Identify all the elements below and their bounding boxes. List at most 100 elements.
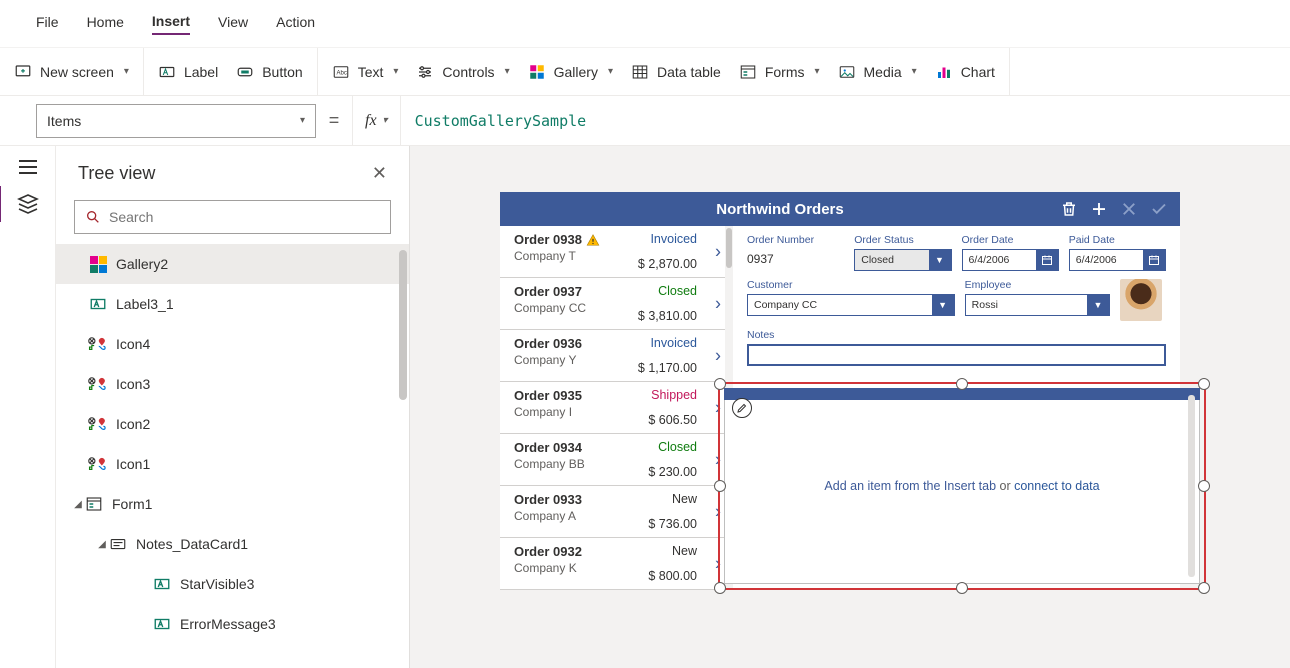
controls-dropdown[interactable]: Controls ▾ xyxy=(416,63,509,81)
resize-handle[interactable] xyxy=(1198,378,1210,390)
tree-node-icon3[interactable]: Icon3 xyxy=(56,364,409,404)
order-list[interactable]: Order 0938 Company TInvoiced$ 2,870.00›O… xyxy=(500,226,725,590)
gallery-selection[interactable]: Add an item from the Insert tab or conne… xyxy=(718,382,1206,590)
notes-input[interactable] xyxy=(747,344,1166,366)
resize-handle[interactable] xyxy=(1198,480,1210,492)
resize-handle[interactable] xyxy=(714,378,726,390)
gallery-scrollbar[interactable] xyxy=(1188,395,1195,577)
menu-view[interactable]: View xyxy=(218,14,248,34)
lbl-employee: Employee xyxy=(965,279,1110,291)
tree-search[interactable] xyxy=(74,200,391,234)
order-row[interactable]: Order 0937Company CCClosed$ 3,810.00› xyxy=(500,278,725,330)
paiddate-picker[interactable]: 6/4/2006 xyxy=(1069,249,1166,271)
charts-dropdown[interactable]: Chart xyxy=(935,63,995,81)
collapse-icon[interactable]: ◢ xyxy=(72,499,84,510)
resize-handle[interactable] xyxy=(714,582,726,594)
order-status: Shipped xyxy=(651,388,697,402)
screen-icon xyxy=(14,63,32,81)
edit-pencil-icon[interactable] xyxy=(732,398,752,418)
chevron-down-icon: ▼ xyxy=(929,250,951,270)
plus-icon[interactable] xyxy=(1090,200,1108,218)
menu-action[interactable]: Action xyxy=(276,14,315,34)
menu-insert[interactable]: Insert xyxy=(152,13,190,35)
order-status: New xyxy=(672,492,697,506)
formula-bar: Items ▾ = fx ▾ CustomGallerySample xyxy=(0,96,1290,146)
hamburger-icon[interactable] xyxy=(19,160,37,174)
orderdate-picker[interactable]: 6/4/2006 xyxy=(962,249,1059,271)
connect-to-data-link[interactable]: connect to data xyxy=(1014,479,1099,493)
order-amount: $ 800.00 xyxy=(648,569,697,583)
icons-icon xyxy=(88,456,108,472)
label-icon xyxy=(153,615,171,633)
close-icon[interactable]: ✕ xyxy=(372,163,387,184)
property-selector[interactable]: Items ▾ xyxy=(36,104,316,138)
search-input[interactable] xyxy=(109,209,380,225)
menu-file[interactable]: File xyxy=(36,14,59,34)
menu-home[interactable]: Home xyxy=(87,14,124,34)
text-icon: Abc xyxy=(332,63,350,81)
tree-node-starvisible[interactable]: StarVisible3 xyxy=(56,564,409,604)
tree-node-icon4[interactable]: Icon4 xyxy=(56,324,409,364)
form-icon xyxy=(85,495,103,513)
forms-icon xyxy=(739,63,757,81)
new-screen-button[interactable]: New screen ▾ xyxy=(14,63,129,81)
chevron-down-icon: ▾ xyxy=(300,115,305,126)
order-row[interactable]: Order 0934Company BBClosed$ 230.00› xyxy=(500,434,725,486)
svg-text:Abc: Abc xyxy=(336,70,346,76)
tree-node-icon2[interactable]: Icon2 xyxy=(56,404,409,444)
tree-node-form1[interactable]: ◢ Form1 xyxy=(56,484,409,524)
formula-input[interactable]: CustomGallerySample xyxy=(401,96,1290,145)
datatable-button[interactable]: Data table xyxy=(631,63,721,81)
order-row[interactable]: Order 0932Company KNew$ 800.00› xyxy=(500,538,725,590)
text-label: Text xyxy=(358,64,384,80)
close-icon[interactable] xyxy=(1120,200,1138,218)
collapse-icon[interactable]: ◢ xyxy=(96,539,108,550)
lbl-paiddate: Paid Date xyxy=(1069,234,1166,246)
chevron-down-icon: ▼ xyxy=(1087,295,1109,315)
label-button[interactable]: Label xyxy=(158,63,218,81)
media-dropdown[interactable]: Media ▾ xyxy=(838,63,917,81)
gallery-label: Gallery xyxy=(554,64,598,80)
tree-node-label3-1[interactable]: Label3_1 xyxy=(56,284,409,324)
tree-node-label: Label3_1 xyxy=(116,296,174,312)
avatar xyxy=(1120,279,1162,321)
treeview-rail-icon[interactable] xyxy=(16,192,40,216)
chevron-down-icon: ▾ xyxy=(505,66,510,77)
resize-handle[interactable] xyxy=(1198,582,1210,594)
order-amount: $ 606.50 xyxy=(648,413,697,427)
text-dropdown[interactable]: Abc Text ▾ xyxy=(332,63,399,81)
resize-handle[interactable] xyxy=(956,582,968,594)
order-row[interactable]: Order 0933Company ANew$ 736.00› xyxy=(500,486,725,538)
tree-node-gallery2[interactable]: Gallery2 xyxy=(56,244,409,284)
canvas[interactable]: Northwind Orders Order 0938 Company TInv… xyxy=(410,146,1290,668)
resize-handle[interactable] xyxy=(956,378,968,390)
tree-panel: Tree view ✕ Gallery2 Label3_1 Icon4 xyxy=(56,146,410,668)
forms-dropdown[interactable]: Forms ▾ xyxy=(739,63,820,81)
tree-node-icon1[interactable]: Icon1 xyxy=(56,444,409,484)
employee-select[interactable]: Rossi▼ xyxy=(965,294,1110,316)
gallery-dropdown[interactable]: Gallery ▾ xyxy=(528,63,613,81)
order-row[interactable]: Order 0938 Company TInvoiced$ 2,870.00› xyxy=(500,226,725,278)
trash-icon[interactable] xyxy=(1060,200,1078,218)
order-status: Closed xyxy=(658,440,697,454)
status-select[interactable]: Closed▼ xyxy=(854,249,951,271)
fx-button[interactable]: fx ▾ xyxy=(352,96,401,145)
tree-node-notes-datacard[interactable]: ◢ Notes_DataCard1 xyxy=(56,524,409,564)
scrollbar-thumb[interactable] xyxy=(399,250,407,400)
chevron-down-icon: ▾ xyxy=(912,66,917,77)
tree-node-label: Form1 xyxy=(112,496,152,512)
lbl-orddate: Order Date xyxy=(962,234,1059,246)
resize-handle[interactable] xyxy=(714,480,726,492)
order-row[interactable]: Order 0935Company IShipped$ 606.50› xyxy=(500,382,725,434)
customer-select[interactable]: Company CC▼ xyxy=(747,294,955,316)
label-label: Label xyxy=(184,64,218,80)
tree-node-label: Icon1 xyxy=(116,456,150,472)
tree-node-label: ErrorMessage3 xyxy=(180,616,276,632)
chevron-down-icon: ▼ xyxy=(932,295,954,315)
button-button[interactable]: Button xyxy=(236,63,302,81)
tree-node-errormessage[interactable]: ErrorMessage3 xyxy=(56,604,409,644)
chevron-down-icon: ▾ xyxy=(383,115,388,126)
lbl-notes: Notes xyxy=(747,329,1166,341)
order-row[interactable]: Order 0936Company YInvoiced$ 1,170.00› xyxy=(500,330,725,382)
check-icon[interactable] xyxy=(1150,200,1168,218)
